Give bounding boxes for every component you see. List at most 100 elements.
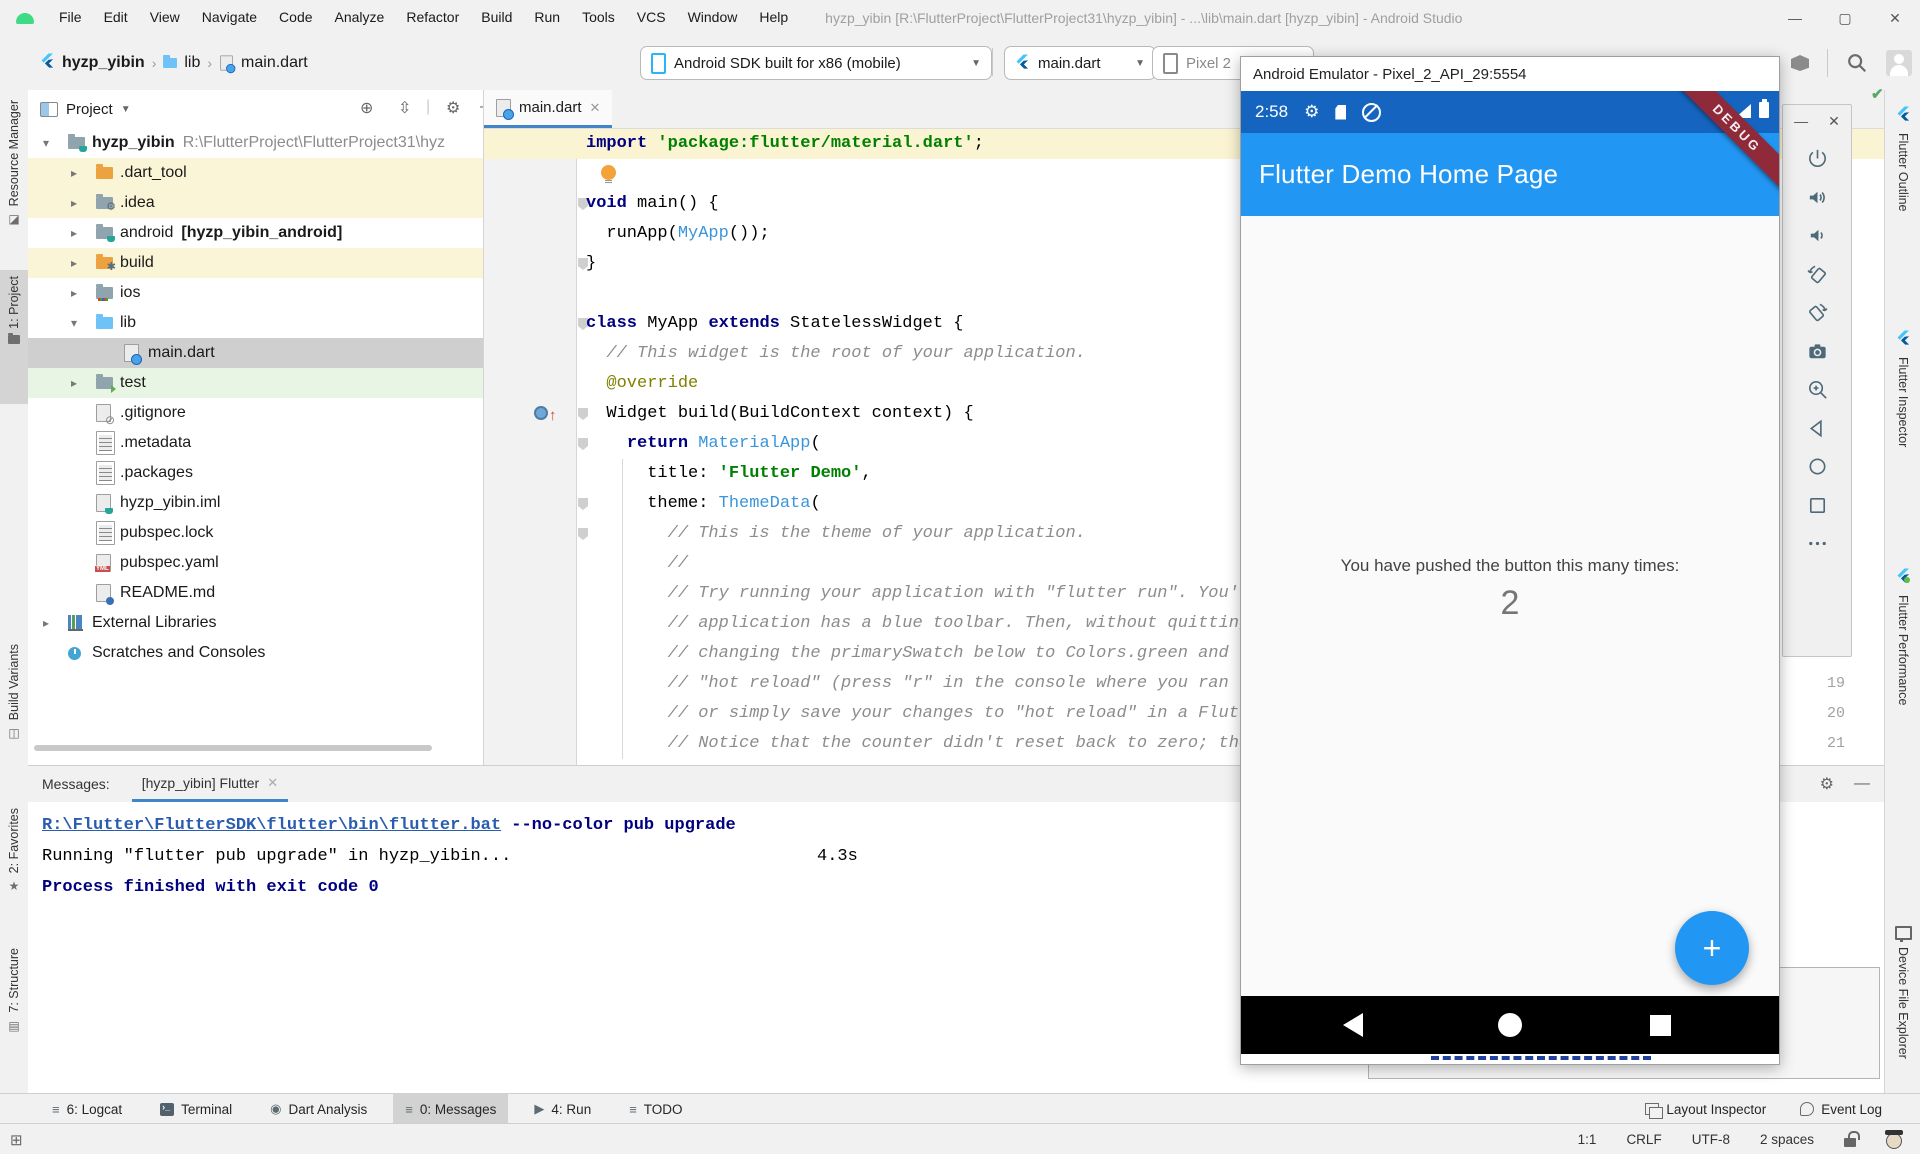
menu-code[interactable]: Code xyxy=(268,9,323,25)
expand-arrow-icon[interactable]: ▸ xyxy=(71,286,77,300)
stripe-tab-build-variants[interactable]: Build Variants◫ xyxy=(0,638,28,796)
tree-row-pubspec-yaml[interactable]: YMLpubspec.yaml xyxy=(28,548,483,578)
close-window-button[interactable]: ✕ xyxy=(1870,0,1920,36)
profile-avatar[interactable] xyxy=(1886,50,1912,76)
messages-tab-flutter[interactable]: [hyzp_yibin] Flutter ✕ xyxy=(132,766,288,802)
tree-row-external-libraries[interactable]: ▸External Libraries xyxy=(28,608,483,638)
status-utf-8[interactable]: UTF-8 xyxy=(1692,1132,1730,1147)
tree-row--idea[interactable]: ▸⚙.idea xyxy=(28,188,483,218)
toolwindow-toggle-icon[interactable]: ⊞ xyxy=(10,1131,23,1149)
horizontal-scrollbar[interactable] xyxy=(34,745,432,751)
device-selector[interactable]: Android SDK built for x86 (mobile) ▼ xyxy=(640,46,992,80)
screenshot-emulator-icon[interactable] xyxy=(1805,339,1829,363)
gear-icon[interactable]: ⚙ xyxy=(1820,774,1834,794)
tree-row-android[interactable]: ▸android[hyzp_yibin_android] xyxy=(28,218,483,248)
menu-vcs[interactable]: VCS xyxy=(626,9,677,25)
tree-row-test[interactable]: ▸test xyxy=(28,368,483,398)
tree-row-main-dart[interactable]: main.dart xyxy=(28,338,483,368)
tree-row-hyzp_yibin[interactable]: ▾hyzp_yibinR:\FlutterProject\FlutterProj… xyxy=(28,128,483,158)
menu-analyze[interactable]: Analyze xyxy=(324,9,396,25)
rotate-right-emulator-icon[interactable] xyxy=(1805,301,1829,325)
maximize-window-button[interactable]: ▢ xyxy=(1820,0,1870,36)
toolwindow-tab-terminal[interactable]: Terminal xyxy=(148,1094,244,1124)
expand-arrow-icon[interactable]: ▸ xyxy=(71,376,77,390)
expand-arrow-icon[interactable]: ▸ xyxy=(71,196,77,210)
recents-button[interactable] xyxy=(1650,1015,1671,1036)
toolwindow-tab-0-messages[interactable]: ≡0: Messages xyxy=(393,1094,508,1124)
close-icon[interactable]: ✕ xyxy=(590,100,601,116)
sdk-manager-icon[interactable] xyxy=(1791,55,1809,71)
minimize-emulator-button[interactable]: — xyxy=(1794,113,1808,130)
breadcrumb-main-dart[interactable]: main.dart xyxy=(241,54,308,72)
menu-navigate[interactable]: Navigate xyxy=(191,9,268,25)
status-crlf[interactable]: CRLF xyxy=(1626,1132,1661,1147)
stripe-tab-2-favorites[interactable]: 2: Favorites★ xyxy=(0,802,28,936)
tree-row--metadata[interactable]: .metadata xyxy=(28,428,483,458)
override-marker[interactable]: ↑ xyxy=(534,406,557,425)
increment-fab-button[interactable]: + xyxy=(1675,911,1749,985)
breadcrumb-lib[interactable]: lib xyxy=(184,54,200,72)
tree-row-pubspec-lock[interactable]: pubspec.lock xyxy=(28,518,483,548)
console-link[interactable]: R:\Flutter\FlutterSDK\flutter\bin\flutte… xyxy=(42,816,501,835)
tree-row-ios[interactable]: ▸ios xyxy=(28,278,483,308)
collapse-arrow-icon[interactable]: ▾ xyxy=(71,316,77,330)
back-emulator-icon[interactable] xyxy=(1805,416,1829,440)
menu-run[interactable]: Run xyxy=(523,9,571,25)
expand-arrow-icon[interactable]: ▸ xyxy=(43,616,49,630)
power-emulator-icon[interactable] xyxy=(1805,147,1829,171)
collapse-all-icon[interactable]: ⇳ xyxy=(398,98,411,118)
stripe-tab-1-project[interactable]: 1: Project xyxy=(0,270,28,404)
minimize-window-button[interactable]: — xyxy=(1770,0,1820,36)
toolwindow-tab-event-log[interactable]: Event Log xyxy=(1788,1094,1894,1124)
stripe-tab-flutter-inspector[interactable]: Flutter Inspector xyxy=(1885,330,1920,526)
menu-build[interactable]: Build xyxy=(470,9,523,25)
volume-up-emulator-icon[interactable] xyxy=(1805,185,1829,209)
menu-file[interactable]: File xyxy=(48,9,93,25)
menu-edit[interactable]: Edit xyxy=(93,9,139,25)
project-view-selector[interactable]: Project xyxy=(66,101,113,118)
expand-arrow-icon[interactable]: ▸ xyxy=(71,166,77,180)
stripe-tab-flutter-outline[interactable]: Flutter Outline xyxy=(1885,106,1920,282)
menu-window[interactable]: Window xyxy=(677,9,749,25)
stripe-tab-resource-manager[interactable]: Resource Manager◪ xyxy=(0,94,28,282)
menu-refactor[interactable]: Refactor xyxy=(395,9,470,25)
toolwindow-tab-todo[interactable]: ≡TODO xyxy=(617,1094,694,1124)
expand-arrow-icon[interactable]: ▸ xyxy=(71,256,77,270)
toolwindow-tab-4-run[interactable]: ▶4: Run xyxy=(522,1094,603,1124)
close-icon[interactable]: ✕ xyxy=(267,775,278,791)
expand-arrow-icon[interactable]: ▸ xyxy=(71,226,77,240)
back-button[interactable] xyxy=(1343,1013,1363,1037)
editor-tab-main-dart[interactable]: main.dart ✕ xyxy=(484,90,612,128)
tree-row--dart_tool[interactable]: ▸.dart_tool xyxy=(28,158,483,188)
menu-tools[interactable]: Tools xyxy=(571,9,626,25)
overview-emulator-icon[interactable] xyxy=(1805,493,1829,517)
inspections-profile-icon[interactable] xyxy=(1886,1133,1902,1149)
menu-help[interactable]: Help xyxy=(748,9,799,25)
rotate-left-emulator-icon[interactable] xyxy=(1805,262,1829,286)
toolwindow-tab-dart-analysis[interactable]: ◉Dart Analysis xyxy=(258,1094,379,1124)
stripe-tab-7-structure[interactable]: 7: Structure▤ xyxy=(0,942,28,1076)
close-emulator-button[interactable]: ✕ xyxy=(1828,113,1840,130)
tree-row--gitignore[interactable]: ⊘.gitignore xyxy=(28,398,483,428)
tree-row-hyzp_yibin-iml[interactable]: hyzp_yibin.iml xyxy=(28,488,483,518)
volume-down-emulator-icon[interactable] xyxy=(1805,224,1829,248)
inspections-ok-icon[interactable]: ✔ xyxy=(1871,85,1884,103)
menu-view[interactable]: View xyxy=(139,9,191,25)
tree-row-lib[interactable]: ▾lib xyxy=(28,308,483,338)
status-2-spaces[interactable]: 2 spaces xyxy=(1760,1132,1814,1147)
toolwindow-tab-layout-inspector[interactable]: Layout Inspector xyxy=(1633,1094,1778,1124)
tree-row-readme-md[interactable]: README.md xyxy=(28,578,483,608)
locate-file-icon[interactable]: ⊕ xyxy=(360,98,373,118)
hide-panel-icon[interactable]: — xyxy=(1854,775,1870,793)
search-icon[interactable] xyxy=(1846,52,1868,74)
stripe-tab-flutter-performance[interactable]: Flutter Performance xyxy=(1885,568,1920,788)
collapse-arrow-icon[interactable]: ▾ xyxy=(43,136,49,150)
home-emulator-icon[interactable] xyxy=(1805,455,1829,479)
gear-icon[interactable]: ⚙ xyxy=(446,98,460,118)
tree-row--packages[interactable]: .packages xyxy=(28,458,483,488)
status-1-1[interactable]: 1:1 xyxy=(1578,1132,1597,1147)
breadcrumb-hyzp_yibin[interactable]: hyzp_yibin xyxy=(62,54,145,72)
more-emulator-icon[interactable] xyxy=(1805,532,1829,556)
zoom-in-emulator-icon[interactable] xyxy=(1805,378,1829,402)
tree-row-scratches-and-consoles[interactable]: Scratches and Consoles xyxy=(28,638,483,668)
